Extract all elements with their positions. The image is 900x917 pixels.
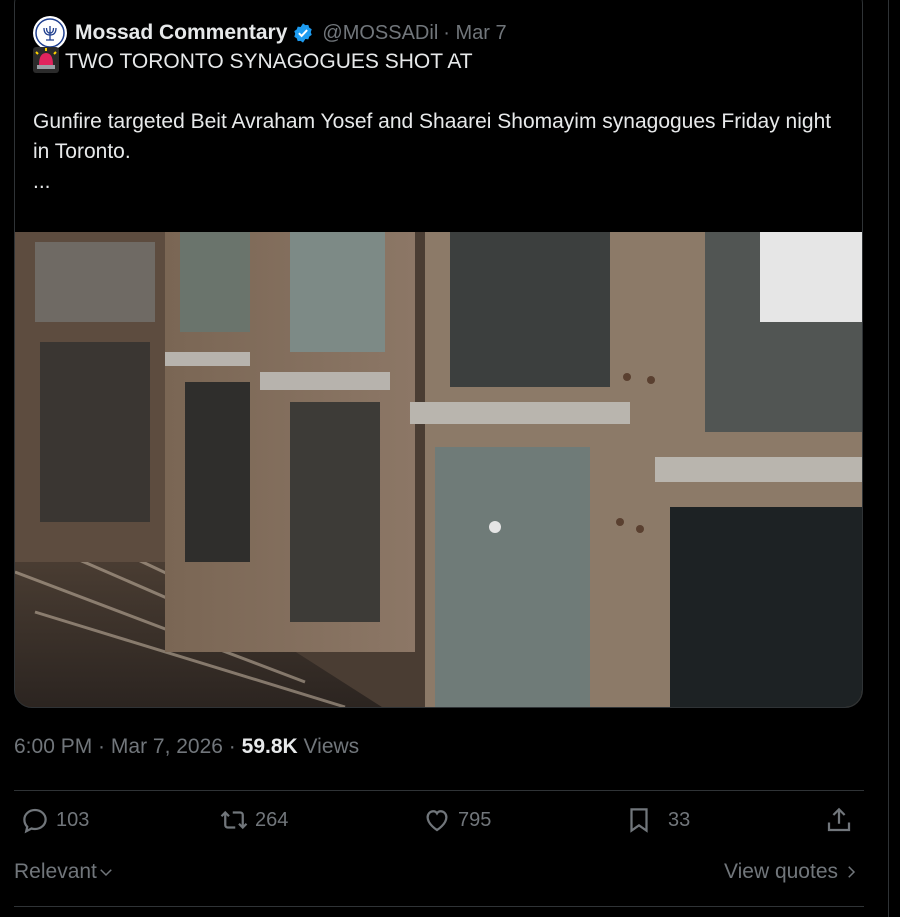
- repost-button[interactable]: 264: [219, 805, 288, 835]
- menorah-logo-icon: [35, 18, 65, 48]
- view-quotes-label: View quotes: [723, 860, 838, 883]
- like-count: 795: [458, 808, 492, 831]
- reply-button[interactable]: 103: [20, 805, 89, 835]
- bookmark-count: 33: [668, 808, 691, 831]
- post-time[interactable]: 6:00 PM: [14, 735, 92, 758]
- siren-icon: [33, 47, 59, 73]
- views-label: Views: [297, 735, 360, 758]
- author-name[interactable]: Mossad Commentary: [75, 21, 287, 45]
- views-count: 59.8K: [241, 735, 298, 758]
- like-icon: [426, 810, 448, 832]
- post-more-ellipsis[interactable]: ...: [33, 167, 833, 197]
- divider: [14, 906, 864, 907]
- post-headline: TWO TORONTO SYNAGOGUES SHOT AT: [65, 50, 473, 73]
- reply-icon: [23, 808, 47, 834]
- sort-relevant-dropdown[interactable]: Relevant: [14, 860, 115, 884]
- post-photo[interactable]: [15, 232, 862, 707]
- share-icon: [827, 807, 851, 832]
- repost-icon: [220, 810, 248, 830]
- reply-count: 103: [56, 808, 90, 831]
- divider: [14, 790, 864, 791]
- verified-badge-icon: [294, 23, 313, 43]
- separator: ·: [222, 735, 242, 758]
- sort-label: Relevant: [14, 860, 97, 883]
- chevron-down-icon: [100, 869, 112, 877]
- quoted-post-card[interactable]: Mossad Commentary @MOSSADil · Mar 7 TWO …: [14, 0, 863, 708]
- column-border: [888, 0, 889, 917]
- synagogue-doors-photo: [15, 232, 862, 707]
- like-button[interactable]: 795: [422, 805, 491, 835]
- action-bar: 103 264 795 33: [14, 805, 864, 851]
- post-metadata: 6:00 PM · Mar 7, 2026 · 59.8K Views: [14, 735, 359, 759]
- post-full-date[interactable]: Mar 7, 2026: [111, 735, 223, 758]
- quoted-post-text: TWO TORONTO SYNAGOGUES SHOT AT Gunfire t…: [33, 45, 833, 197]
- view-quotes-link[interactable]: View quotes: [724, 860, 860, 884]
- bookmark-icon: [630, 808, 648, 833]
- bookmark-button[interactable]: 33: [624, 805, 690, 835]
- share-button[interactable]: [824, 805, 860, 835]
- post-date[interactable]: · Mar 7: [443, 22, 506, 45]
- chevron-right-icon: [848, 866, 856, 878]
- post-body: Gunfire targeted Beit Avraham Yosef and …: [33, 110, 832, 163]
- repost-count: 264: [255, 808, 289, 831]
- author-handle[interactable]: @MOSSADil: [322, 22, 438, 45]
- separator: ·: [92, 735, 111, 758]
